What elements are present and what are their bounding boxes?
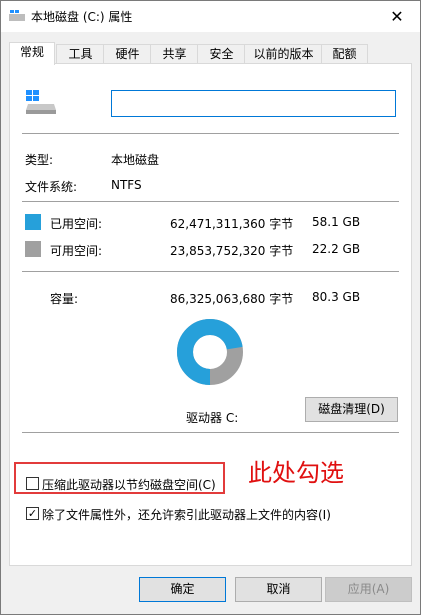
index-label[interactable]: 除了文件属性外，还允许索引此驱动器上文件的内容(I) [42, 506, 331, 523]
annotation-text: 此处勾选 [248, 459, 344, 487]
usage-donut-chart [177, 319, 243, 385]
ok-button[interactable]: 确定 [139, 577, 226, 602]
title-bar: 本地磁盘 (C:) 属性 ✕ [1, 1, 420, 32]
filesystem-value: NTFS [111, 178, 142, 192]
apply-button[interactable]: 应用(A) [325, 577, 412, 602]
drive-label: 驱动器 C: [186, 411, 239, 425]
free-space-swatch [25, 241, 41, 257]
tab-sharing[interactable]: 共享 [150, 44, 199, 64]
tab-general[interactable]: 常规 [9, 42, 55, 65]
tab-hardware[interactable]: 硬件 [103, 44, 152, 64]
divider [22, 201, 399, 202]
used-space-swatch [25, 214, 41, 230]
index-checkbox[interactable]: ✓ [26, 507, 39, 520]
capacity-label: 容量: [50, 292, 79, 306]
tab-quota[interactable]: 配额 [321, 44, 368, 64]
drive-icon [9, 10, 25, 21]
tab-previous-versions[interactable]: 以前的版本 [244, 44, 323, 64]
divider [22, 133, 399, 134]
disk-cleanup-button[interactable]: 磁盘清理(D) [305, 397, 398, 422]
free-space-bytes: 23,853,752,320 字节 [170, 244, 294, 258]
drive-large-icon [26, 90, 56, 114]
used-space-label: 已用空间: [50, 217, 103, 231]
close-button[interactable]: ✕ [374, 1, 420, 32]
tab-tools[interactable]: 工具 [56, 44, 105, 64]
filesystem-label: 文件系统: [25, 180, 78, 194]
capacity-gb: 80.3 GB [312, 290, 361, 304]
used-space-bytes: 62,471,311,360 字节 [170, 217, 294, 231]
volume-name-input[interactable] [111, 90, 396, 117]
highlight-box [14, 462, 225, 494]
divider [22, 271, 399, 272]
properties-window: 本地磁盘 (C:) 属性 ✕ 常规 工具 硬件 共享 安全 以前的版本 配额 类… [0, 0, 421, 615]
window-title: 本地磁盘 (C:) 属性 [31, 10, 133, 24]
divider [22, 432, 399, 433]
free-space-gb: 22.2 GB [312, 242, 361, 256]
type-value: 本地磁盘 [111, 153, 160, 167]
cancel-button[interactable]: 取消 [235, 577, 322, 602]
used-space-gb: 58.1 GB [312, 215, 361, 229]
free-space-label: 可用空间: [50, 244, 103, 258]
type-label: 类型: [25, 153, 54, 167]
capacity-bytes: 86,325,063,680 字节 [170, 292, 294, 306]
tab-security[interactable]: 安全 [197, 44, 246, 64]
